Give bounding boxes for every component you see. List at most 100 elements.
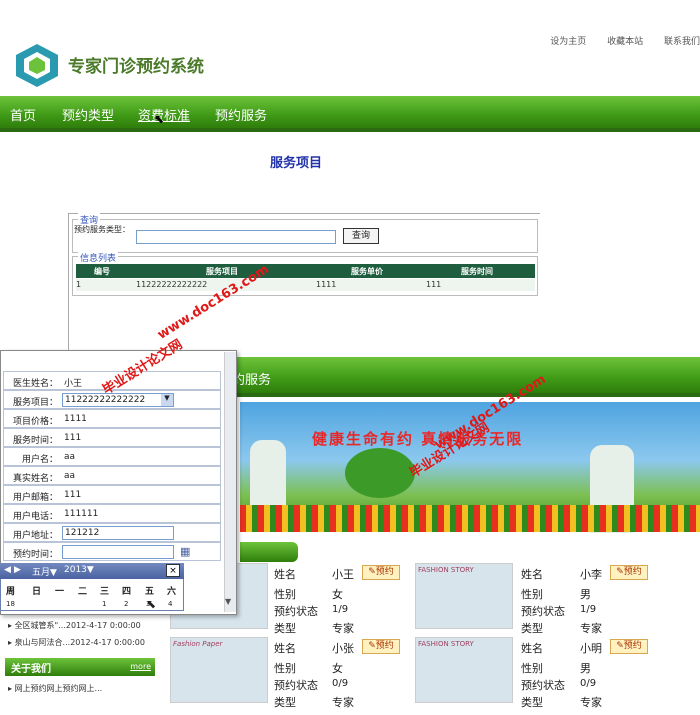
calendar-day[interactable]: 1 <box>102 600 106 608</box>
table-header: 编号 服务项目 服务单价 服务时间 <box>76 264 535 278</box>
top-links: 设为主页 收藏本站 联系我们 <box>532 34 700 47</box>
month-select[interactable]: 五月▼ <box>32 565 57 578</box>
doctor-name-label: 姓名 <box>274 568 296 581</box>
gender-label: 性别 <box>274 662 296 675</box>
site-title: 专家门诊预约系统 <box>68 57 204 77</box>
year-select[interactable]: 2013▼ <box>64 565 94 575</box>
doctor-name-value: 小王 <box>64 379 83 389</box>
col-price: 服务单价 <box>351 267 383 276</box>
doctor-status: 1/9 <box>580 604 597 615</box>
type-label: 类型 <box>274 696 296 709</box>
cell-price: 1111 <box>316 280 337 289</box>
doctor-gender: 女 <box>332 588 343 601</box>
calendar-header: ◀ ▶ 五月▼ 2013▼ × <box>0 563 184 579</box>
nav-booking-type[interactable]: 预约类型 <box>62 105 114 124</box>
doctor-name: 小李 <box>580 568 602 581</box>
doctor-photo[interactable]: FASHION STORY <box>415 563 513 629</box>
chevron-down-icon: ▼ <box>161 394 173 406</box>
form-row-address: 用户地址： 121212 <box>3 523 221 542</box>
contact-link[interactable]: 联系我们 <box>664 37 700 47</box>
calendar-day[interactable]: 2 <box>124 600 128 608</box>
book-button[interactable]: ✎预约 <box>610 639 648 654</box>
doctor-type: 专家 <box>580 622 602 635</box>
bottom-nav: 约服务 <box>232 357 700 397</box>
type-label: 类型 <box>521 696 543 709</box>
list-legend: 信息列表 <box>78 251 119 264</box>
doctor-name: 小明 <box>580 642 602 655</box>
form-row-date: 预约时间： ▦ <box>3 542 221 561</box>
cell-id: 1 <box>76 280 82 289</box>
doctor-gender: 男 <box>580 588 591 601</box>
nav-booking-service[interactable]: 预约服务 <box>215 105 267 124</box>
mouse-cursor-icon: ⬉ <box>146 597 157 611</box>
page-title: 服务项目 <box>270 156 323 171</box>
form-row-price: 项目价格： 1111 <box>3 409 221 428</box>
nav-booking-service-partial[interactable]: 约服务 <box>232 369 271 388</box>
type-label: 类型 <box>521 622 543 635</box>
about-title: 关于我们 <box>11 664 51 675</box>
main-nav: 首页 预约类型 资费标准 预约服务 <box>0 96 700 132</box>
address-input[interactable]: 121212 <box>62 526 174 540</box>
gender-label: 性别 <box>521 588 543 601</box>
date-input[interactable] <box>62 545 174 559</box>
doctor-name-label: 姓名 <box>274 642 296 655</box>
status-label: 预约状态 <box>521 605 565 618</box>
doctor-gender: 女 <box>332 662 343 675</box>
about-header: 关于我们 more <box>5 658 155 676</box>
query-label: 预约服务类型： <box>74 225 130 234</box>
status-label: 预约状态 <box>274 679 318 692</box>
tulip-field <box>240 505 700 532</box>
about-item[interactable]: ▸ 网上预约网上预约网上... <box>8 683 102 694</box>
news-item[interactable]: ▸ 泉山与阿法合...2012-4-17 0:00:00 <box>8 637 145 648</box>
status-label: 预约状态 <box>274 605 318 618</box>
doctor-photo[interactable]: Fashion Paper <box>170 637 268 703</box>
news-item[interactable]: ▸ 全区城管系"...2012-4-17 0:00:00 <box>8 620 141 631</box>
form-row-realname: 真实姓名： aa <box>3 466 221 485</box>
cell-service: 11222222222222 <box>136 280 208 289</box>
doctor-name: 小王 <box>332 568 354 581</box>
col-id: 编号 <box>94 267 110 276</box>
col-service: 服务项目 <box>206 267 238 276</box>
query-button[interactable]: 查询 <box>343 228 379 244</box>
doctor-photo[interactable]: FASHION STORY <box>415 637 513 703</box>
mouse-cursor-icon: ⬉ <box>154 112 165 126</box>
cell-time: 111 <box>426 280 442 289</box>
doctor-type: 专家 <box>332 622 354 635</box>
calendar-day[interactable]: 4 <box>168 600 172 608</box>
book-button[interactable]: ✎预约 <box>610 565 648 580</box>
form-row-email: 用户邮箱： 111 <box>3 485 221 504</box>
logo-icon <box>16 44 58 87</box>
doctor-name-label: 姓名 <box>521 568 543 581</box>
scroll-down-icon[interactable]: ▼ <box>225 597 231 606</box>
service-select[interactable]: 11222222222222 ▼ <box>62 393 174 407</box>
prev-month-icon[interactable]: ◀ <box>4 565 11 575</box>
book-button[interactable]: ✎预约 <box>362 639 400 654</box>
doctor-status: 0/9 <box>332 678 349 689</box>
section-header-bar <box>240 542 298 562</box>
table-row[interactable]: 1 11222222222222 1111 111 <box>76 279 535 291</box>
next-month-icon[interactable]: ▶ <box>14 565 21 575</box>
col-time: 服务时间 <box>461 267 493 276</box>
nav-home[interactable]: 首页 <box>10 105 36 124</box>
calendar-icon[interactable]: ▦ <box>180 545 190 558</box>
about-more-link[interactable]: more <box>130 662 151 671</box>
scrollbar[interactable] <box>224 352 236 612</box>
type-label: 类型 <box>274 622 296 635</box>
doctor-name: 小张 <box>332 642 354 655</box>
tree-graphic <box>345 448 415 498</box>
doctor-type: 专家 <box>580 696 602 709</box>
doctor-type: 专家 <box>332 696 354 709</box>
gender-label: 性别 <box>521 662 543 675</box>
doctor-gender: 男 <box>580 662 591 675</box>
form-row-phone: 用户电话： 111111 <box>3 504 221 523</box>
doctor-status: 0/9 <box>580 678 597 689</box>
close-icon[interactable]: × <box>166 564 180 577</box>
status-label: 预约状态 <box>521 679 565 692</box>
set-homepage-link[interactable]: 设为主页 <box>550 37 586 47</box>
form-row-username: 用户名： aa <box>3 447 221 466</box>
service-type-input[interactable] <box>136 230 336 244</box>
bookmark-link[interactable]: 收藏本站 <box>607 37 643 47</box>
book-button[interactable]: ✎预约 <box>362 565 400 580</box>
doctor-name-label: 姓名 <box>521 642 543 655</box>
gender-label: 性别 <box>274 588 296 601</box>
